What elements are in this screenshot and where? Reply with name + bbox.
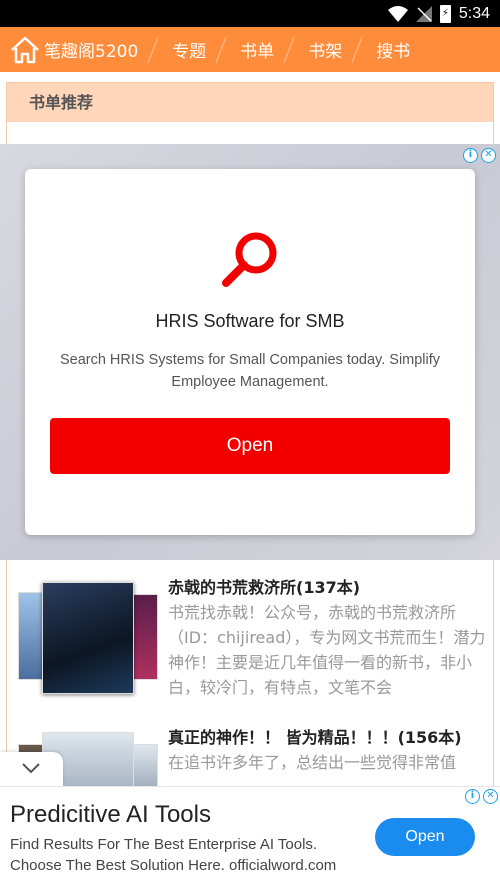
cover-image xyxy=(132,594,158,680)
site-brand: 笔趣阁5200 xyxy=(44,42,139,62)
home-link[interactable]: 笔趣阁5200 xyxy=(0,27,138,72)
book-description: 书荒找赤戟！公众号，赤戟的书荒救济所（ID：chijiread），专为网文书荒而… xyxy=(168,603,486,697)
nav-separator xyxy=(283,36,295,63)
book-title[interactable]: 真正的神作！！ 皆为精品！！！(156本) xyxy=(168,724,462,748)
nav-bookshelf[interactable]: 书架 xyxy=(308,27,342,72)
ad-info-icon[interactable]: i xyxy=(463,148,478,163)
bottom-banner-ad[interactable]: i ✕ Predicitive AI Tools Find Results Fo… xyxy=(0,786,500,888)
cover-image xyxy=(42,582,134,694)
ad-close-icon[interactable]: ✕ xyxy=(481,148,496,163)
ad-info-icon[interactable]: i xyxy=(465,789,480,804)
interstitial-ad[interactable]: i ✕ HRIS Software for SMB Search HRIS Sy… xyxy=(0,144,500,560)
nav-separator xyxy=(147,36,159,63)
ad-choices[interactable]: i ✕ xyxy=(463,148,496,163)
collapse-ad-tab[interactable] xyxy=(0,752,63,786)
nav-separator xyxy=(215,36,227,63)
nav-booklists[interactable]: 书单 xyxy=(240,27,274,72)
list-item[interactable]: 赤戟的书荒救济所(137本) 书荒找赤戟！公众号，赤戟的书荒救济所（ID：chi… xyxy=(6,562,494,712)
wifi-icon xyxy=(387,6,408,22)
book-description: 在追书许多年了，总结出一些觉得非常值 xyxy=(168,753,457,772)
battery-icon: ⚡ xyxy=(439,5,451,23)
status-bar: ⚡ 5:34 xyxy=(0,0,500,27)
book-title[interactable]: 赤戟的书荒救济所(137本) xyxy=(168,574,360,598)
ad-open-button[interactable]: Open xyxy=(50,418,450,474)
ad-close-icon[interactable]: ✕ xyxy=(483,789,498,804)
nav-search[interactable]: 搜书 xyxy=(376,27,410,72)
no-signal-icon xyxy=(415,6,432,22)
top-nav: 笔趣阁5200 专题 书单 书架 搜书 xyxy=(0,27,500,72)
banner-open-button[interactable]: Open xyxy=(375,818,475,856)
ad-title: HRIS Software for SMB xyxy=(155,311,345,331)
magnifier-icon xyxy=(222,232,277,287)
banner-title: Predicitive AI Tools xyxy=(10,801,211,828)
banner-description: Find Results For The Best Enterprise AI … xyxy=(10,836,337,874)
section-title: 书单推荐 xyxy=(7,83,493,122)
clock: 5:34 xyxy=(458,5,490,22)
home-icon xyxy=(11,36,39,63)
book-covers xyxy=(18,572,158,694)
nav-separator xyxy=(351,36,363,63)
ad-description: Search HRIS Systems for Small Companies … xyxy=(59,352,441,390)
chevron-down-icon xyxy=(22,763,40,774)
ad-card[interactable]: HRIS Software for SMB Search HRIS System… xyxy=(25,169,475,535)
ad-choices[interactable]: i ✕ xyxy=(465,789,498,804)
nav-topics[interactable]: 专题 xyxy=(172,27,206,72)
